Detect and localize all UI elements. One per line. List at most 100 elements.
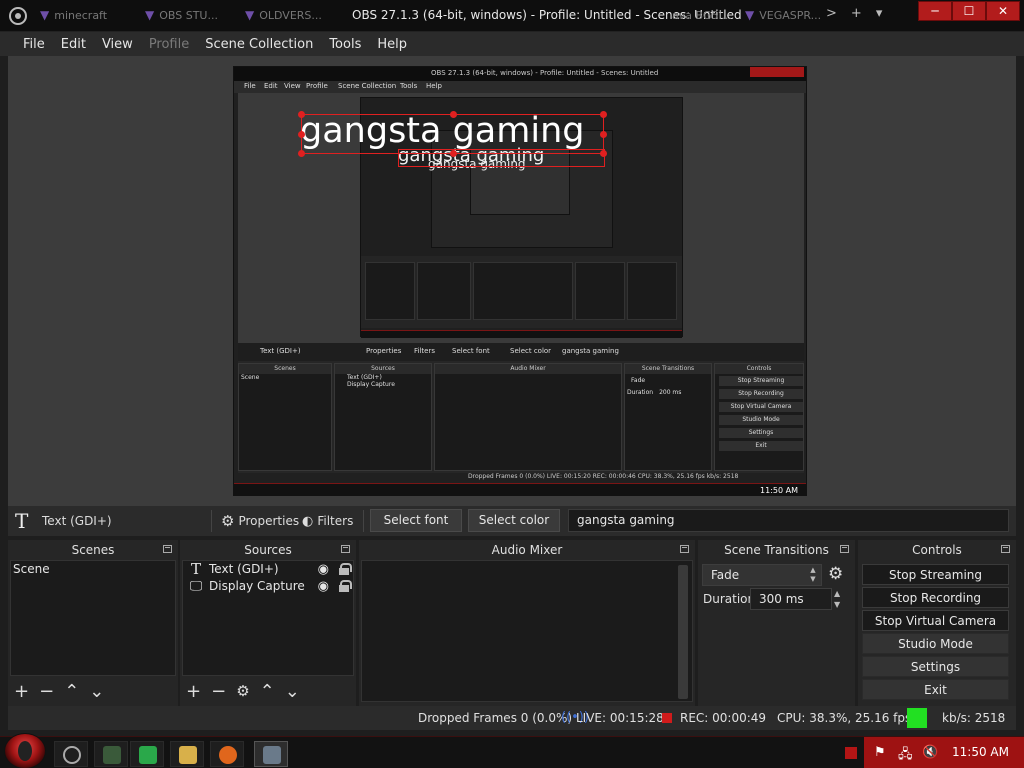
- stop-recording-button[interactable]: Stop Recording: [862, 587, 1009, 608]
- visibility-eye-icon[interactable]: ◉: [318, 561, 329, 578]
- taskbar-firefox[interactable]: [210, 741, 244, 767]
- taskbar-obs-active[interactable]: [254, 741, 288, 767]
- exit-button[interactable]: Exit: [862, 679, 1009, 700]
- taskbar-launcher[interactable]: [130, 741, 164, 767]
- mini-status-text: Dropped Frames 0 (0.0%) LIVE: 00:15:20 R…: [468, 473, 739, 480]
- move-up-icon[interactable]: ⌃: [64, 681, 79, 702]
- undock-icon[interactable]: [680, 545, 689, 553]
- mini-menu-item: Tools: [400, 82, 418, 90]
- network-icon[interactable]: 🖧: [898, 745, 913, 767]
- taskbar-tab-java[interactable]: ava BG5l...: [672, 4, 732, 26]
- text-input[interactable]: gangsta gaming: [568, 509, 1009, 532]
- gear-icon[interactable]: ⚙: [828, 564, 843, 584]
- rec-time: REC: 00:00:49: [680, 711, 767, 725]
- menu-file[interactable]: File: [15, 37, 53, 52]
- chevron-right-icon[interactable]: >: [826, 6, 837, 21]
- taskbar-obs[interactable]: [54, 741, 88, 767]
- plus-icon[interactable]: +: [851, 6, 862, 21]
- select-font-button[interactable]: Select font: [370, 509, 462, 532]
- add-icon[interactable]: +: [14, 681, 29, 702]
- taskbar-explorer[interactable]: [170, 741, 204, 767]
- audio-mixer-body: [361, 560, 693, 702]
- filters-label: Filters: [317, 514, 354, 528]
- move-down-icon[interactable]: ⌄: [285, 681, 300, 702]
- taskbar-tab-oldvers[interactable]: ▼ OLDVERS...: [245, 4, 322, 26]
- visibility-eye-icon[interactable]: ◉: [318, 578, 329, 595]
- select-color-button[interactable]: Select color: [468, 509, 560, 532]
- mini-control-button: Exit: [719, 441, 803, 451]
- remove-icon[interactable]: −: [39, 681, 54, 702]
- add-icon[interactable]: +: [186, 681, 201, 702]
- flag-icon[interactable]: ⚑: [874, 745, 886, 760]
- properties-button[interactable]: ⚙ Properties: [221, 509, 299, 533]
- stop-streaming-button[interactable]: Stop Streaming: [862, 564, 1009, 585]
- chevron-down-icon[interactable]: ▾: [876, 6, 883, 21]
- menu-help[interactable]: Help: [369, 37, 415, 52]
- menu-profile[interactable]: Profile: [141, 37, 197, 52]
- undock-icon[interactable]: [163, 545, 172, 553]
- mixer-scrollbar[interactable]: [678, 565, 688, 699]
- move-down-icon[interactable]: ⌄: [89, 681, 104, 702]
- source-item[interactable]: T Text (GDI+) ◉: [183, 561, 353, 578]
- taskbar-minecraft[interactable]: [94, 741, 128, 767]
- display-capture-preview[interactable]: OBS 27.1.3 (64-bit, windows) - Profile: …: [233, 66, 807, 496]
- resize-handle[interactable]: [298, 131, 305, 138]
- mini-sources-dock: Sources Text (GDI+) Display Capture: [334, 363, 432, 471]
- menu-edit[interactable]: Edit: [53, 37, 94, 52]
- gear-icon[interactable]: ⚙: [236, 682, 249, 700]
- resize-handle[interactable]: [600, 150, 607, 157]
- resize-handle[interactable]: [298, 150, 305, 157]
- mini-menu-item: Help: [426, 82, 442, 90]
- menu-tools[interactable]: Tools: [321, 37, 369, 52]
- taskbar-tab-obs[interactable]: ▼ OBS STU...: [145, 4, 218, 26]
- studio-mode-button[interactable]: Studio Mode: [862, 633, 1009, 654]
- volume-muted-icon[interactable]: 🔇: [922, 745, 938, 760]
- close-button[interactable]: ✕: [986, 1, 1020, 21]
- lock-icon[interactable]: [339, 563, 352, 575]
- nested-panels: [361, 256, 682, 328]
- scene-item[interactable]: Scene: [11, 561, 175, 578]
- obs-icon: [63, 746, 81, 764]
- resize-handle[interactable]: [298, 111, 305, 118]
- resize-handle[interactable]: [450, 150, 457, 157]
- nested-panel: [417, 262, 471, 320]
- text-icon: T: [15, 509, 29, 533]
- settings-button[interactable]: Settings: [862, 656, 1009, 677]
- source-item[interactable]: 🖵 Display Capture ◉: [183, 578, 353, 595]
- source-toolbar: T Text (GDI+) ⚙ Properties ◐ Filters Sel…: [8, 506, 1016, 536]
- filters-button[interactable]: ◐ Filters: [302, 509, 353, 533]
- undock-icon[interactable]: [1001, 545, 1010, 553]
- duration-field[interactable]: 300 ms: [750, 588, 832, 610]
- undock-icon[interactable]: [840, 545, 849, 553]
- mini-duration: 200 ms: [659, 389, 682, 396]
- tray-alert-icon[interactable]: [845, 747, 857, 759]
- source-label: Display Capture: [209, 579, 305, 593]
- chevron-updown-icon: ▲ ▼: [810, 566, 816, 583]
- clock[interactable]: 11:50 AM: [952, 745, 1009, 759]
- resize-handle[interactable]: [600, 111, 607, 118]
- undock-icon[interactable]: [341, 545, 350, 553]
- vs-icon: ▼: [145, 8, 155, 22]
- duration-stepper[interactable]: ▲ ▼: [834, 588, 840, 610]
- menu-view[interactable]: View: [94, 37, 141, 52]
- menu-scene-collection[interactable]: Scene Collection: [197, 37, 321, 52]
- move-up-icon[interactable]: ⌃: [260, 681, 275, 702]
- taskbar-tab-vegas[interactable]: ▼ VEGASPR...: [745, 4, 821, 26]
- transition-select[interactable]: Fade ▲ ▼: [702, 564, 822, 586]
- taskbar-tab-minecraft[interactable]: ▼ minecraft: [40, 4, 107, 26]
- maximize-button[interactable]: ☐: [952, 1, 986, 21]
- remove-icon[interactable]: −: [211, 681, 226, 702]
- stop-virtual-camera-button[interactable]: Stop Virtual Camera: [862, 610, 1009, 631]
- tab-label: minecraft: [54, 8, 108, 22]
- sources-list[interactable]: T Text (GDI+) ◉ 🖵 Display Capture ◉: [182, 560, 354, 676]
- vs-icon: ▼: [245, 8, 255, 22]
- resize-handle[interactable]: [450, 111, 457, 118]
- minimize-button[interactable]: ─: [918, 1, 952, 21]
- preview-area[interactable]: OBS 27.1.3 (64-bit, windows) - Profile: …: [8, 56, 1016, 506]
- scenes-list[interactable]: Scene: [10, 560, 176, 676]
- mini-title-bar: OBS 27.1.3 (64-bit, windows) - Profile: …: [234, 67, 806, 81]
- lock-icon[interactable]: [339, 580, 352, 592]
- resize-handle[interactable]: [600, 131, 607, 138]
- start-button[interactable]: [4, 733, 46, 768]
- selection-box[interactable]: [298, 111, 607, 157]
